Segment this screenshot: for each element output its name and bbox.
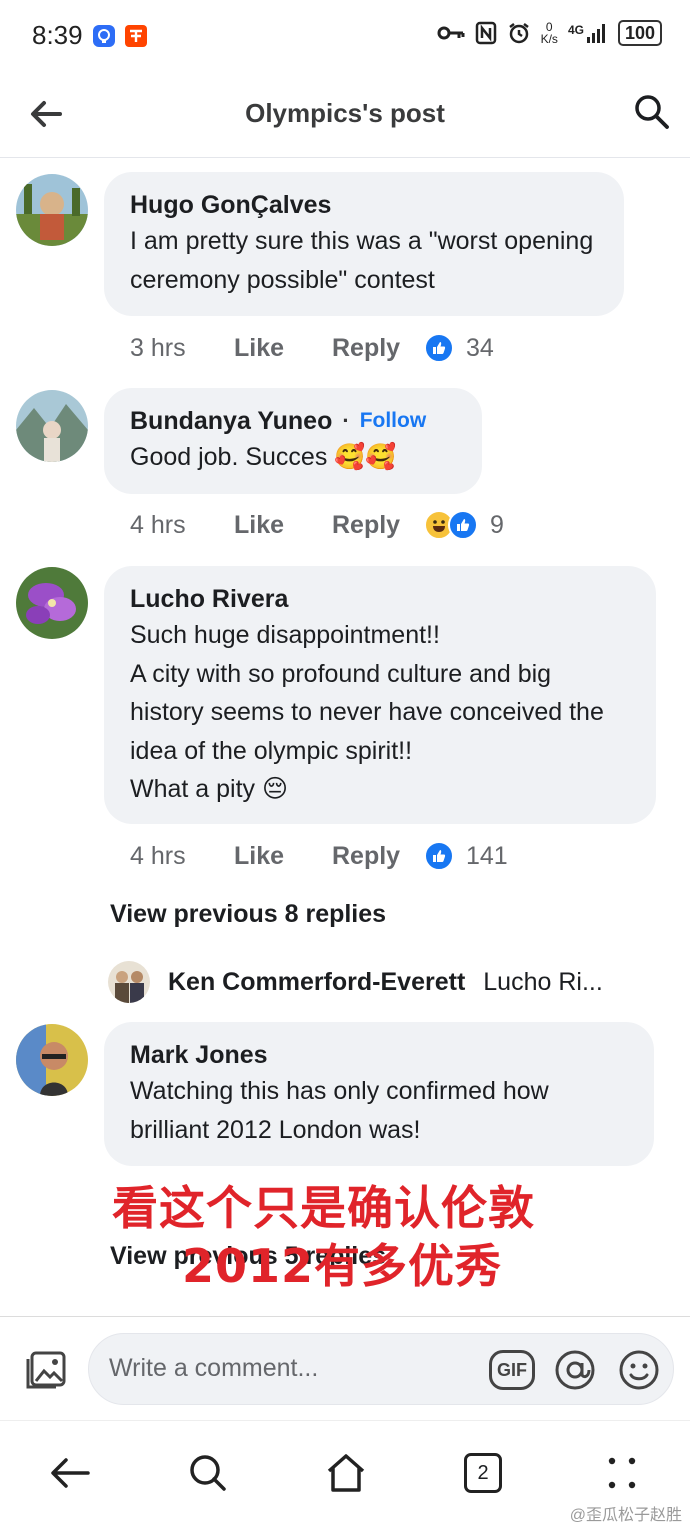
signal: 4G bbox=[568, 23, 608, 43]
comment-meta: 4 hrs Like Reply 9 bbox=[130, 505, 504, 545]
nfc-icon bbox=[475, 21, 496, 45]
like-button[interactable]: Like bbox=[234, 334, 332, 363]
reply-author: Ken Commerford-Everett bbox=[168, 967, 466, 996]
avatar bbox=[108, 961, 150, 1003]
comment-meta: 4 hrs Like Reply 141 bbox=[130, 836, 508, 876]
reply-button[interactable]: Reply bbox=[332, 334, 424, 363]
follow-button[interactable]: Follow bbox=[360, 404, 427, 438]
net-speed-unit: K/s bbox=[540, 32, 558, 46]
comment-composer: Write a comment... GIF bbox=[0, 1316, 690, 1420]
search-icon[interactable] bbox=[632, 92, 672, 132]
comment-text: I am pretty sure this was a "worst openi… bbox=[130, 227, 594, 294]
reaction-count: 141 bbox=[466, 841, 508, 870]
avatar[interactable] bbox=[16, 567, 88, 639]
tabs-count: 2 bbox=[477, 1461, 489, 1484]
comment-text: Watching this has only confirmed how bri… bbox=[130, 1077, 549, 1144]
comment-author[interactable]: Hugo GonÇalves bbox=[130, 188, 598, 222]
status-right: 0 K/s 4G 100 bbox=[437, 20, 662, 46]
nav-menu-icon[interactable] bbox=[600, 1451, 644, 1495]
nav-home-icon[interactable] bbox=[324, 1451, 368, 1495]
network-type: 4G bbox=[567, 23, 584, 37]
alarm-icon bbox=[508, 23, 529, 44]
overlay-caption-line2: 2012有多优秀 bbox=[182, 1239, 503, 1293]
comment-bubble[interactable]: Hugo GonÇalves I am pretty sure this was… bbox=[104, 172, 624, 316]
comment-bubble[interactable]: Lucho Rivera Such huge disappointment!! … bbox=[104, 566, 656, 824]
reaction-count: 9 bbox=[490, 510, 504, 539]
comment-bubble[interactable]: Mark Jones Watching this has only confir… bbox=[104, 1022, 654, 1166]
avatar-image bbox=[16, 567, 88, 639]
like-icon bbox=[448, 510, 478, 540]
comment-time[interactable]: 4 hrs bbox=[130, 511, 234, 540]
overlay-caption-line1: 看这个只是确认伦敦 bbox=[112, 1181, 535, 1235]
comment-author[interactable]: Lucho Rivera bbox=[130, 582, 630, 616]
net-speed: 0 K/s bbox=[541, 21, 558, 45]
reaction-summary[interactable]: 34 bbox=[424, 333, 494, 363]
shield-app-icon bbox=[93, 25, 115, 47]
like-button[interactable]: Like bbox=[234, 842, 332, 871]
nav-tabs-button[interactable]: 2 bbox=[464, 1453, 502, 1493]
comment-meta: 3 hrs Like Reply 34 bbox=[130, 328, 494, 368]
comment-input[interactable]: Write a comment... GIF bbox=[88, 1333, 674, 1405]
system-navigation-bar: 2 @歪瓜松子赵胜 bbox=[0, 1420, 690, 1522]
page-title: Olympics's post bbox=[245, 98, 445, 128]
avatar-image bbox=[108, 961, 150, 1003]
reply-preview[interactable]: Ken Commerford-Everett Lucho Ri... bbox=[108, 960, 603, 1004]
emoji-icon[interactable] bbox=[617, 1348, 661, 1392]
reply-button[interactable]: Reply bbox=[332, 842, 424, 871]
avatar[interactable] bbox=[16, 174, 88, 246]
like-icon bbox=[424, 841, 454, 871]
view-previous-replies[interactable]: View previous 8 replies bbox=[110, 900, 386, 929]
taobao-app-icon bbox=[125, 25, 147, 47]
avatar-image bbox=[16, 1024, 88, 1096]
reaction-summary[interactable]: 141 bbox=[424, 841, 508, 871]
status-time: 8:39 bbox=[32, 20, 83, 50]
reply-text: Lucho Ri... bbox=[483, 967, 603, 996]
app-bar: Olympics's post bbox=[0, 72, 690, 158]
comment-text: Such huge disappointment!! A city with s… bbox=[130, 621, 604, 803]
reaction-count: 34 bbox=[466, 333, 494, 362]
separator-dot: · bbox=[342, 408, 350, 433]
comment-time[interactable]: 3 hrs bbox=[130, 334, 234, 363]
gallery-icon[interactable] bbox=[22, 1349, 68, 1393]
watermark: @歪瓜松子赵胜 bbox=[569, 1507, 682, 1522]
comment-author-row: Bundanya Yuneo · Follow bbox=[130, 404, 456, 438]
comment-author[interactable]: Mark Jones bbox=[130, 1038, 628, 1072]
gif-button[interactable]: GIF bbox=[489, 1350, 535, 1390]
status-bar: 8:39 0 K/s 4G 100 bbox=[0, 0, 690, 72]
reply-button[interactable]: Reply bbox=[332, 511, 424, 540]
avatar[interactable] bbox=[16, 390, 88, 462]
avatar[interactable] bbox=[16, 1024, 88, 1096]
comment-time[interactable]: 4 hrs bbox=[130, 842, 234, 871]
comment-author[interactable]: Bundanya Yuneo bbox=[130, 404, 332, 438]
nav-search-icon[interactable] bbox=[186, 1451, 230, 1495]
comment-placeholder: Write a comment... bbox=[109, 1354, 319, 1382]
like-button[interactable]: Like bbox=[234, 511, 332, 540]
comment-bubble[interactable]: Bundanya Yuneo · Follow Good job. Succes… bbox=[104, 388, 482, 494]
comment-text: Good job. Succes 🥰🥰 bbox=[130, 443, 397, 471]
avatar-image bbox=[16, 174, 88, 246]
like-icon bbox=[424, 333, 454, 363]
signal-bars-icon bbox=[586, 24, 605, 43]
battery-indicator: 100 bbox=[617, 20, 662, 46]
nav-back-icon[interactable] bbox=[48, 1451, 92, 1495]
avatar-image bbox=[16, 390, 88, 462]
mention-icon[interactable] bbox=[553, 1348, 597, 1392]
reaction-summary[interactable]: 9 bbox=[424, 510, 504, 540]
key-icon bbox=[437, 26, 465, 40]
